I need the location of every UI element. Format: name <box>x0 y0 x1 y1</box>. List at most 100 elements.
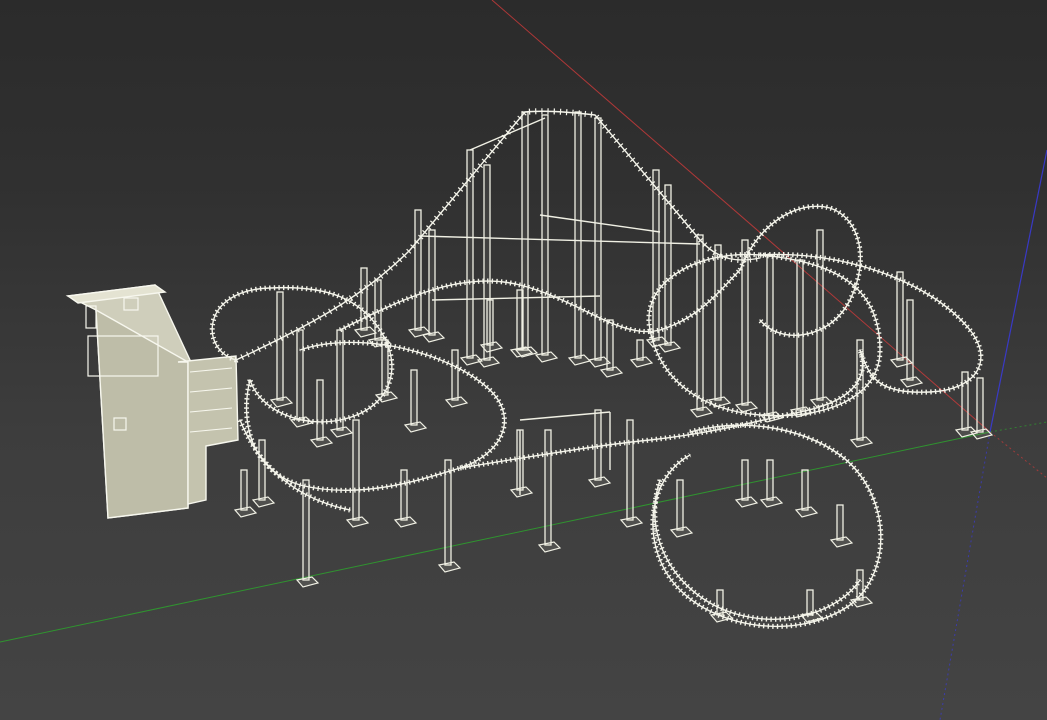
support-column <box>636 339 644 361</box>
z-axis-line-negative <box>939 431 991 720</box>
support-icon <box>829 504 854 548</box>
support-footing <box>849 436 874 448</box>
support-icon <box>534 114 559 363</box>
support-footing <box>269 396 294 408</box>
support-icon <box>353 267 378 338</box>
support-icon <box>759 459 784 508</box>
y-axis-line-negative <box>989 421 1047 433</box>
support-column <box>806 589 814 616</box>
support-column <box>352 419 360 521</box>
support-footing <box>329 426 354 438</box>
track-far-right-turn[interactable] <box>759 251 984 395</box>
support-column <box>414 209 422 331</box>
support-icon <box>509 429 534 498</box>
support-column <box>544 429 552 546</box>
support-footing <box>251 496 276 508</box>
support-column <box>801 469 809 511</box>
track-rail <box>652 424 882 628</box>
support-icon <box>707 244 732 408</box>
support-footing <box>345 516 370 528</box>
support-column <box>652 169 660 341</box>
support-footing <box>534 351 559 363</box>
support-icon <box>629 339 654 368</box>
support-icon <box>374 339 399 403</box>
support-footing <box>759 496 784 508</box>
support-footing <box>309 436 334 448</box>
support-icon <box>459 149 484 366</box>
support-column <box>906 299 914 381</box>
support-icon <box>269 291 294 408</box>
support-icon <box>233 469 258 518</box>
support-column <box>594 117 602 361</box>
support-column <box>606 319 614 371</box>
support-icon <box>393 469 418 528</box>
support-column <box>766 459 774 501</box>
support-footing <box>899 376 924 388</box>
support-column <box>626 419 634 521</box>
x-axis-line-negative <box>989 431 1047 479</box>
support-column <box>714 244 722 401</box>
support-footing <box>537 541 562 553</box>
support-column <box>594 409 602 481</box>
track-bottom-helix[interactable] <box>650 422 884 629</box>
support-footing <box>437 561 462 573</box>
support-footing <box>734 401 759 413</box>
support-column <box>258 439 266 501</box>
support-column <box>410 369 418 426</box>
support-icon <box>689 234 714 418</box>
support-footing <box>393 516 418 528</box>
track-ties <box>759 251 984 395</box>
support-column <box>516 289 524 351</box>
scene-canvas[interactable] <box>0 0 1047 720</box>
support-column <box>451 349 459 401</box>
support-icon <box>759 254 784 423</box>
support-icon <box>421 229 446 343</box>
support-column <box>574 111 582 359</box>
support-footing <box>689 406 714 418</box>
track-right-helix[interactable] <box>646 251 883 419</box>
support-column <box>316 379 324 441</box>
support-icon <box>794 469 819 518</box>
support-icon <box>289 329 314 428</box>
support-column <box>836 504 844 541</box>
support-column <box>541 114 549 356</box>
supports-group <box>233 111 994 623</box>
support-footing <box>233 506 258 518</box>
support-footing <box>599 366 624 378</box>
support-footing <box>619 516 644 528</box>
track-lift-hill[interactable] <box>234 108 761 363</box>
support-icon <box>734 239 759 413</box>
support-icon <box>599 319 624 378</box>
support-footing <box>444 396 469 408</box>
support-footing <box>509 486 534 498</box>
support-column <box>716 589 724 616</box>
3d-viewport[interactable] <box>0 0 1047 720</box>
track-rail <box>339 269 741 333</box>
support-column <box>766 254 774 416</box>
support-footing <box>734 496 759 508</box>
support-footing <box>403 421 428 433</box>
support-icon <box>567 111 592 366</box>
track-ties <box>234 108 761 363</box>
support-icon <box>669 479 694 538</box>
support-footing <box>567 354 592 366</box>
support-footing <box>829 536 854 548</box>
support-column <box>976 377 984 433</box>
support-footing <box>353 326 378 338</box>
support-icon <box>899 299 924 388</box>
track-rail <box>759 253 982 393</box>
support-icon <box>309 379 334 448</box>
support-icon <box>789 259 814 418</box>
support-column <box>896 271 904 361</box>
z-axis-line <box>989 149 1047 433</box>
support-footing <box>669 526 694 538</box>
support-column <box>741 459 749 501</box>
support-icon <box>619 419 644 528</box>
support-icon <box>537 429 562 553</box>
support-column <box>428 229 436 336</box>
support-footing <box>794 506 819 518</box>
support-icon <box>437 459 462 573</box>
support-footing <box>587 476 612 488</box>
track-mid-curve[interactable] <box>338 268 742 334</box>
support-column <box>400 469 408 521</box>
